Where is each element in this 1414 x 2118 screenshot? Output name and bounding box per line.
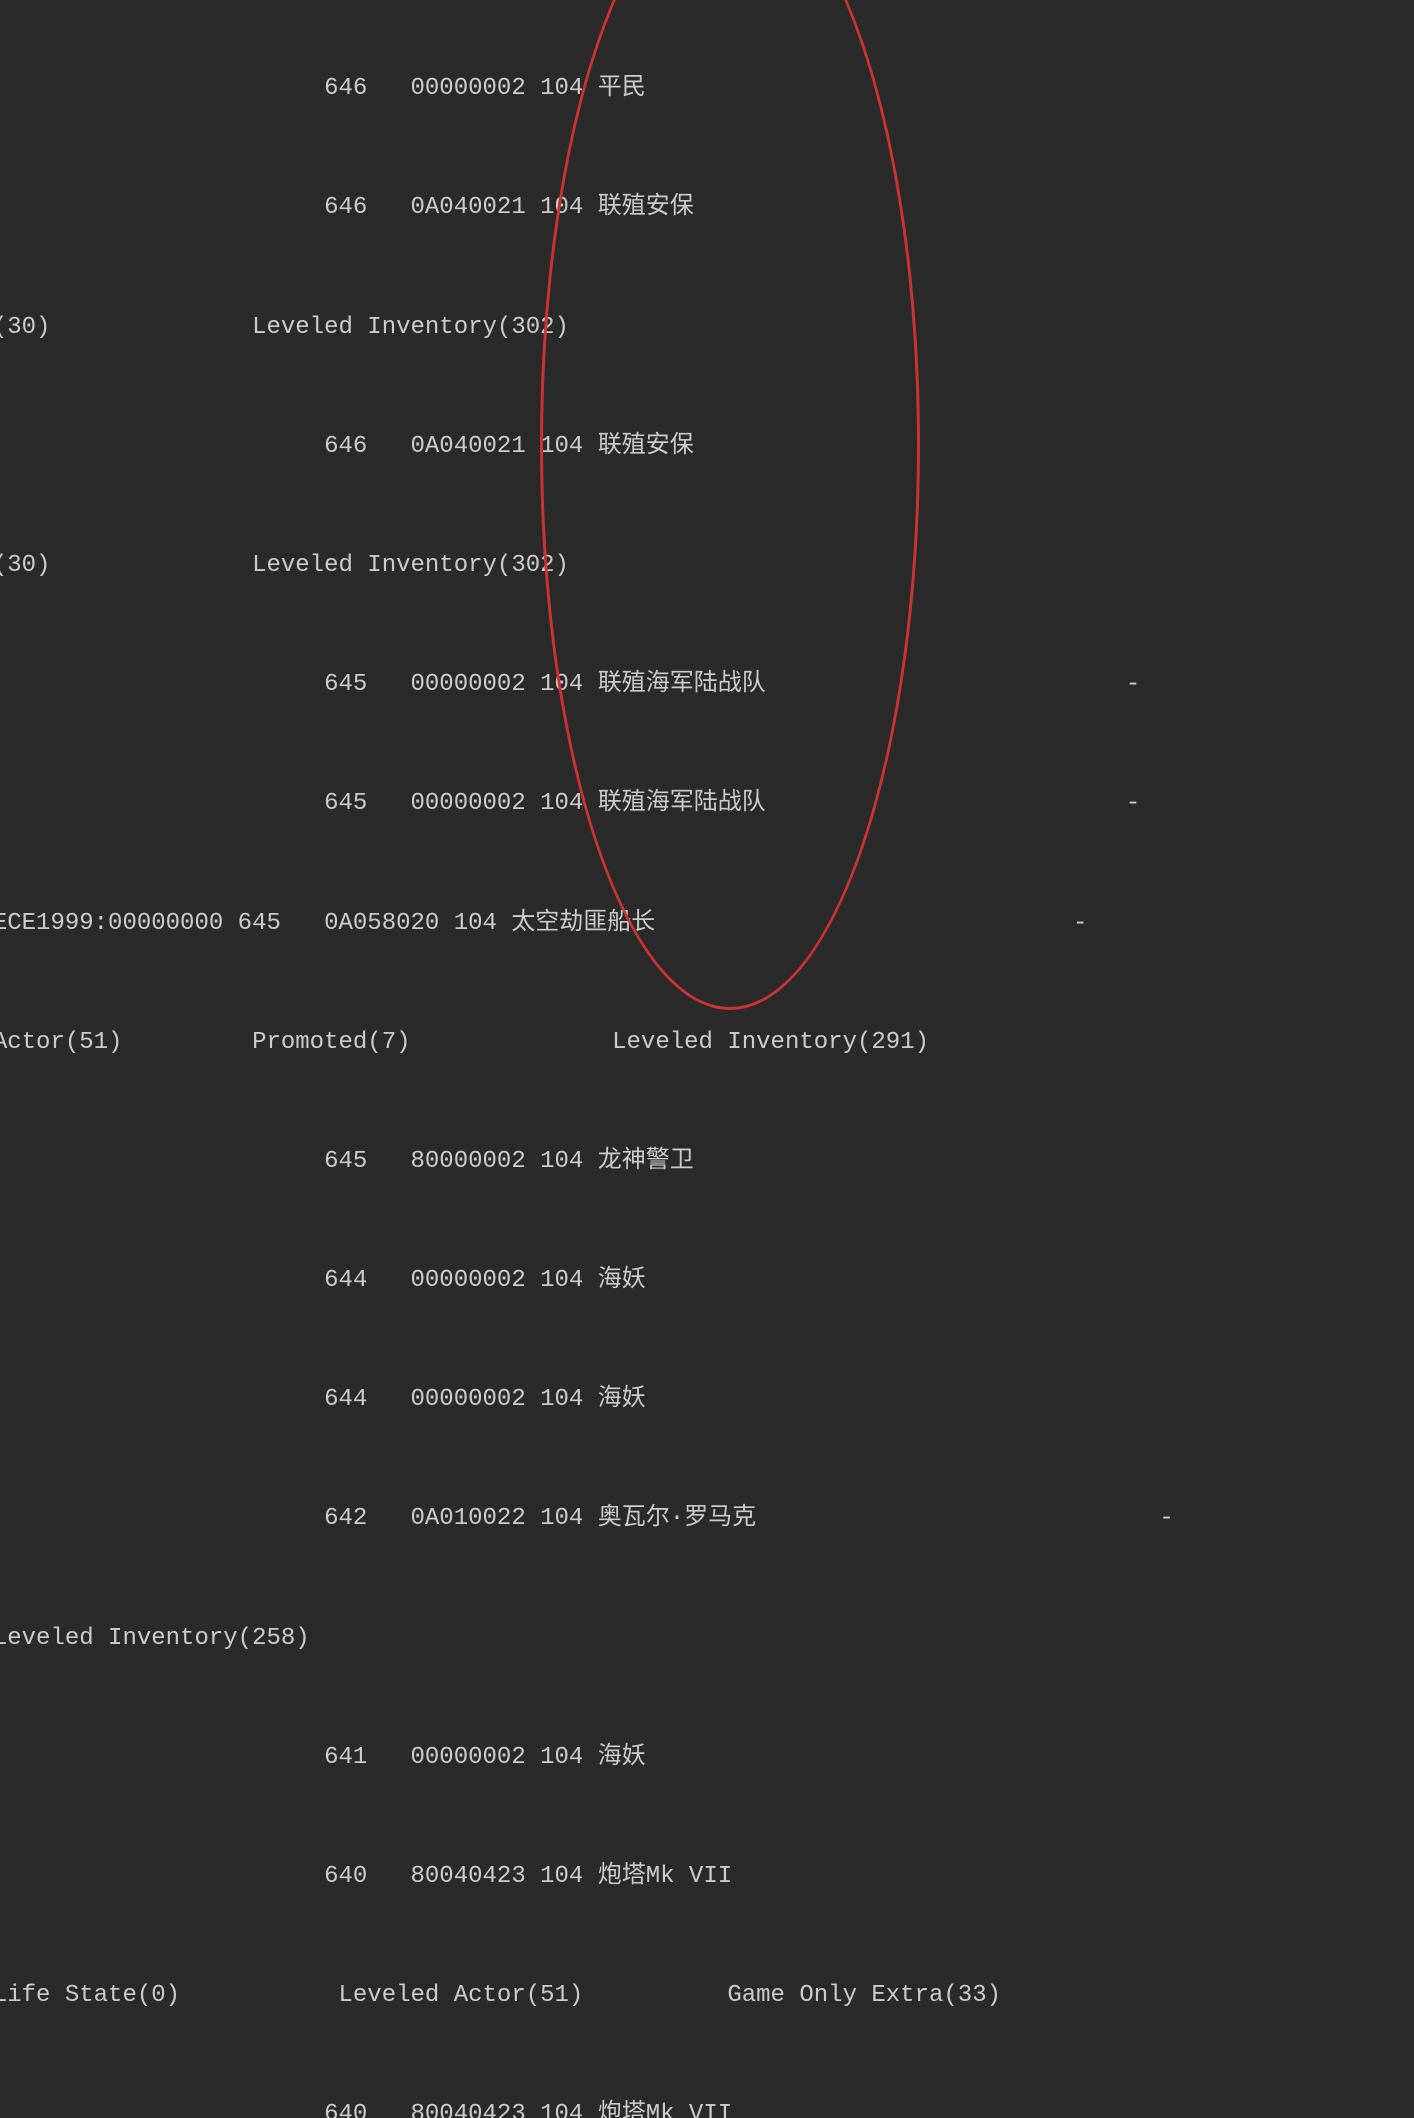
log-line: Life State(0) Leveled Actor(51) Game Onl… [0,1976,1414,2016]
log-line: d(30) Leveled Inventory(302) [0,308,1414,348]
log-line: 640 80040423 104 炮塔Mk VII [0,2095,1414,2118]
log-line: 646 00000002 104 平民 [0,69,1414,109]
console-output: 646 00000002 104 平民 646 0A040021 104 联殖安… [0,0,1414,2118]
log-line: 645 00000002 104 联殖海军陆战队 - [0,665,1414,705]
log-line: 645 80000002 104 龙神警卫 [0,1142,1414,1182]
log-line: 641 00000002 104 海妖 [0,1738,1414,1778]
log-line: 646 0A040021 104 联殖安保 [0,188,1414,228]
log-line: 645 00000002 104 联殖海军陆战队 - [0,784,1414,824]
log-line: 644 00000002 104 海妖 [0,1380,1414,1420]
log-line: d(30) Leveled Inventory(302) [0,546,1414,586]
log-line: 644 00000002 104 海妖 [0,1261,1414,1301]
log-line: 640 80040423 104 炮塔Mk VII [0,1857,1414,1897]
log-line: Actor(51) Promoted(7) Leveled Inventory(… [0,1023,1414,1063]
log-line: Leveled Inventory(258) [0,1619,1414,1659]
log-line: 642 0A010022 104 奥瓦尔·罗马克 - [0,1499,1414,1539]
log-line: CECE1999:00000000 645 0A058020 104 太空劫匪船… [0,904,1414,944]
log-line: 646 0A040021 104 联殖安保 [0,427,1414,467]
